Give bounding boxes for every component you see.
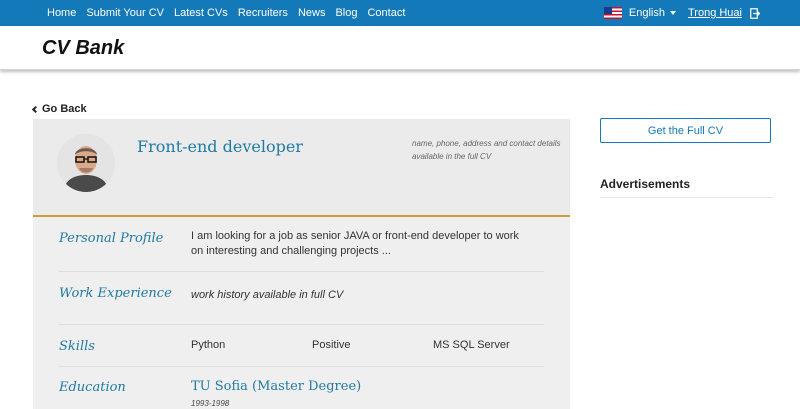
go-back-link[interactable]: Go Back [31,103,87,115]
nav-link-home[interactable]: Home [47,7,76,19]
cv-header: Front-end developer name, phone, address… [33,119,570,217]
education-school: TU Sofia (Master Degree) [191,379,362,394]
sidebar-divider [600,197,773,198]
nav-link-recruiters[interactable]: Recruiters [238,7,288,19]
cv-panel: Front-end developer name, phone, address… [33,119,570,409]
chevron-left-icon [31,105,40,114]
logout-icon[interactable] [750,7,760,19]
section-divider [59,271,544,272]
user-name-link[interactable]: Trong Huai [688,7,742,19]
cv-title: Front-end developer [137,137,303,156]
avatar [57,134,115,192]
get-full-cv-button[interactable]: Get the Full CV [600,118,771,143]
nav-link-contact[interactable]: Contact [367,7,405,19]
site-logo[interactable]: CV Bank [42,37,124,60]
nav-right: English Trong Huai [603,0,760,26]
nav-link-submit-cv[interactable]: Submit Your CV [86,7,164,19]
nav-link-latest-cvs[interactable]: Latest CVs [174,7,228,19]
section-divider [59,324,544,325]
chevron-down-icon[interactable] [669,11,676,15]
skill-item: MS SQL Server [433,339,510,351]
work-experience-label: Work Experience [59,286,172,301]
education-label: Education [59,380,126,395]
brand-bar: CV Bank [0,26,800,70]
contact-note: name, phone, address and contact details… [412,139,561,161]
education-years: 1993-1998 [191,399,230,408]
go-back-label: Go Back [42,103,87,115]
work-experience-note: work history available in full CV [191,289,344,301]
personal-profile-label: Personal Profile [59,231,164,246]
nav-links: Home Submit Your CV Latest CVs Recruiter… [47,0,415,26]
nav-link-blog[interactable]: Blog [335,7,357,19]
skill-item: Python [191,339,226,351]
personal-profile-text: I am looking for a job as senior JAVA or… [191,230,519,257]
skills-label: Skills [59,339,95,354]
top-nav-bar: Home Submit Your CV Latest CVs Recruiter… [0,0,800,26]
language-selector[interactable]: English [629,7,665,19]
skill-item: Positive [312,339,351,351]
nav-link-news[interactable]: News [298,7,326,19]
education-entry: TU Sofia (Master Degree) 1993-1998 [191,379,361,409]
advertisements-heading: Advertisements [600,177,691,191]
us-flag-icon[interactable] [603,7,622,19]
section-divider [59,366,544,367]
